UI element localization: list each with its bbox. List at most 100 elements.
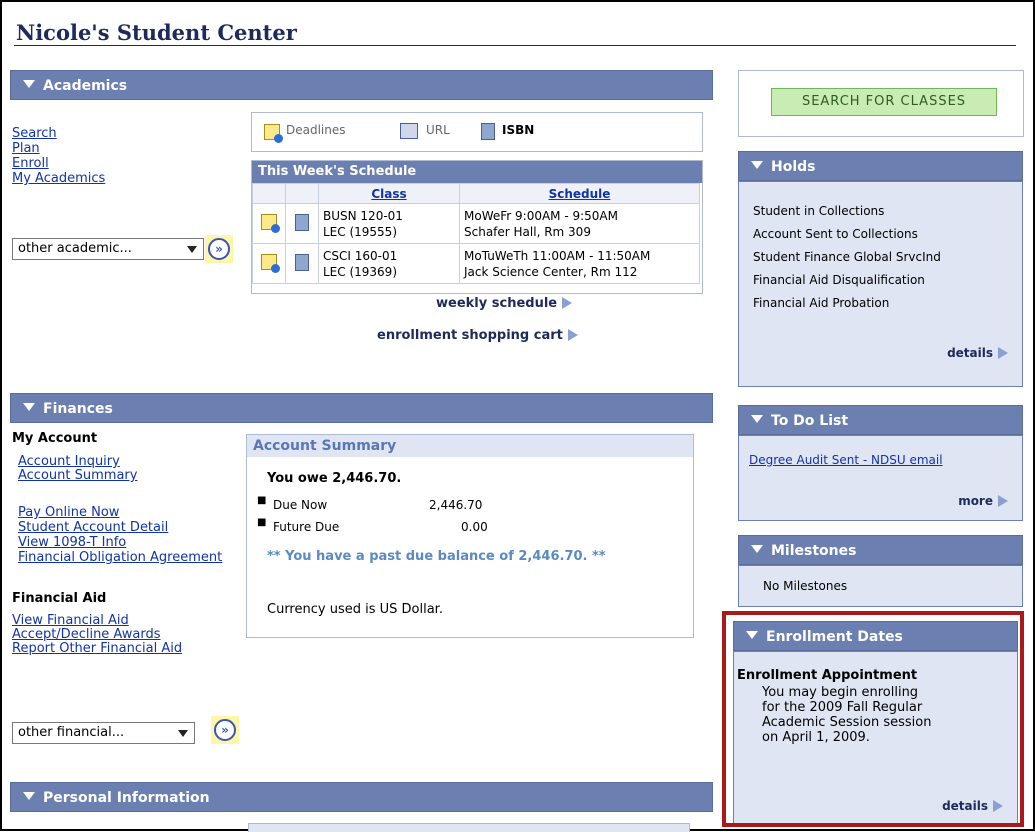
todo-more-link[interactable]: more (958, 494, 1008, 508)
column-header-schedule[interactable]: Schedule (459, 183, 700, 204)
todo-header[interactable]: To Do List (738, 405, 1023, 435)
academic-go-button[interactable]: » (208, 238, 230, 260)
link-1098t[interactable]: View 1098-T Info (18, 535, 222, 550)
future-due-value: 0.00 (461, 520, 488, 534)
class-time: MoTuWeTh 11:00AM - 11:50AM (464, 248, 651, 263)
weekly-schedule-link[interactable]: weekly schedule (436, 296, 573, 311)
milestones-header[interactable]: Milestones (738, 535, 1023, 565)
account-links-group-2: Pay Online Now Student Account Detail Vi… (18, 505, 222, 565)
search-for-classes-button[interactable]: SEARCH FOR CLASSES (771, 88, 997, 116)
table-row: CSCI 160-01 LEC (19369) MoTuWeTh 11:00AM… (252, 243, 700, 284)
holds-header[interactable]: Holds (738, 151, 1023, 181)
financial-aid-links: View Financial Aid Accept/Decline Awards… (12, 614, 182, 656)
title-divider (14, 45, 1016, 46)
class-type: LEC (19555) (323, 224, 397, 239)
holds-details-label: details (947, 346, 993, 360)
bullet-icon: ■ (257, 495, 267, 506)
due-now-value: 2,446.70 (429, 498, 483, 512)
deadlines-link[interactable]: Deadlines (286, 123, 346, 137)
milestones-header-label: Milestones (771, 543, 857, 559)
url-icon[interactable] (400, 123, 418, 139)
finances-header[interactable]: Finances (10, 393, 713, 423)
bullet-icon: ■ (257, 517, 267, 528)
holds-details-link[interactable]: details (947, 346, 1008, 360)
schedule-title: This Week's Schedule (252, 161, 702, 183)
account-summary-panel: Account Summary You owe 2,446.70. ■ Due … (246, 434, 694, 638)
arrow-right-icon (562, 297, 573, 309)
financial-aid-heading: Financial Aid (12, 591, 107, 606)
milestones-text: No Milestones (763, 579, 848, 593)
link-account-summary[interactable]: Account Summary (18, 469, 137, 483)
class-code: BUSN 120-01 (323, 208, 403, 223)
link-plan[interactable]: Plan (12, 141, 105, 156)
other-financial-select-value: other financial... (18, 725, 125, 740)
personal-info-header-label: Personal Information (43, 790, 210, 806)
shopping-cart-link[interactable]: enrollment shopping cart (377, 328, 578, 343)
other-academic-select[interactable]: other academic... (12, 238, 204, 260)
link-pay-online[interactable]: Pay Online Now (18, 505, 222, 520)
link-financial-obligation[interactable]: Financial Obligation Agreement (18, 550, 222, 565)
collapse-triangle-icon[interactable] (23, 80, 35, 88)
column-header-class[interactable]: Class (318, 183, 460, 204)
financial-go-button[interactable]: » (214, 719, 236, 741)
todo-more-label: more (958, 494, 993, 508)
chevron-down-icon (187, 246, 197, 253)
due-now-label: Due Now (273, 498, 328, 512)
list-item: Account Sent to Collections (753, 227, 918, 241)
shopping-cart-label: enrollment shopping cart (377, 328, 563, 343)
collapse-triangle-icon[interactable] (23, 403, 35, 411)
academics-header[interactable]: Academics (10, 70, 713, 100)
other-financial-select[interactable]: other financial... (12, 722, 195, 744)
collapse-triangle-icon[interactable] (23, 792, 35, 800)
other-academic-select-value: other academic... (18, 241, 132, 256)
url-link[interactable]: URL (426, 123, 450, 137)
weekly-schedule-panel: This Week's Schedule Class Schedule BUSN… (251, 160, 703, 294)
book-icon[interactable] (295, 213, 309, 231)
link-my-academics[interactable]: My Academics (12, 171, 105, 186)
collapse-triangle-icon[interactable] (751, 545, 763, 553)
personal-info-header[interactable]: Personal Information (10, 782, 713, 812)
highlight-box (722, 611, 1024, 827)
link-account-inquiry[interactable]: Account Inquiry (18, 455, 137, 469)
class-time: MoWeFr 9:00AM - 9:50AM (464, 208, 618, 223)
deadlines-icon[interactable] (261, 254, 280, 273)
link-report-other-aid[interactable]: Report Other Financial Aid (12, 642, 182, 656)
academics-header-label: Academics (43, 78, 128, 94)
link-enroll[interactable]: Enroll (12, 156, 105, 171)
collapse-triangle-icon[interactable] (751, 161, 763, 169)
search-box: SEARCH FOR CLASSES (738, 70, 1024, 137)
milestones-panel: No Milestones (738, 565, 1023, 607)
weekly-schedule-label: weekly schedule (436, 296, 558, 311)
schedule-table: Class Schedule BUSN 120-01 LEC (19555) M… (252, 183, 700, 284)
class-code: CSCI 160-01 (323, 248, 398, 263)
todo-item-link[interactable]: Degree Audit Sent - NDSU email (749, 453, 943, 467)
my-account-heading: My Account (12, 431, 98, 446)
link-view-financial-aid[interactable]: View Financial Aid (12, 614, 182, 628)
class-type: LEC (19369) (323, 264, 397, 279)
academics-links: Search Plan Enroll My Academics (12, 126, 105, 186)
link-student-account-detail[interactable]: Student Account Detail (18, 520, 222, 535)
isbn-link[interactable]: ISBN (502, 123, 534, 137)
arrow-right-icon (567, 329, 578, 341)
list-item: Financial Aid Probation (753, 296, 890, 310)
table-row: BUSN 120-01 LEC (19555) MoWeFr 9:00AM - … (252, 203, 700, 244)
deadlines-icon[interactable] (264, 124, 283, 143)
deadlines-icon[interactable] (261, 214, 280, 233)
class-room: Schafer Hall, Rm 309 (464, 224, 591, 239)
isbn-icon[interactable] (481, 123, 495, 140)
book-icon[interactable] (295, 253, 309, 271)
collapse-triangle-icon[interactable] (751, 415, 763, 423)
currency-note: Currency used is US Dollar. (267, 602, 443, 617)
finances-header-label: Finances (43, 401, 113, 417)
holds-panel: Student in Collections Account Sent to C… (738, 181, 1023, 387)
account-summary-title: Account Summary (247, 435, 693, 457)
todo-panel: Degree Audit Sent - NDSU email more (738, 435, 1023, 521)
page-title: Nicole's Student Center (16, 20, 297, 45)
class-room: Jack Science Center, Rm 112 (464, 264, 638, 279)
arrow-right-icon (998, 495, 1008, 507)
list-item: Student in Collections (753, 204, 885, 218)
link-accept-decline[interactable]: Accept/Decline Awards (12, 628, 182, 642)
amount-owed: You owe 2,446.70. (267, 471, 402, 486)
link-search[interactable]: Search (12, 126, 105, 141)
list-item: Financial Aid Disqualification (753, 273, 925, 287)
